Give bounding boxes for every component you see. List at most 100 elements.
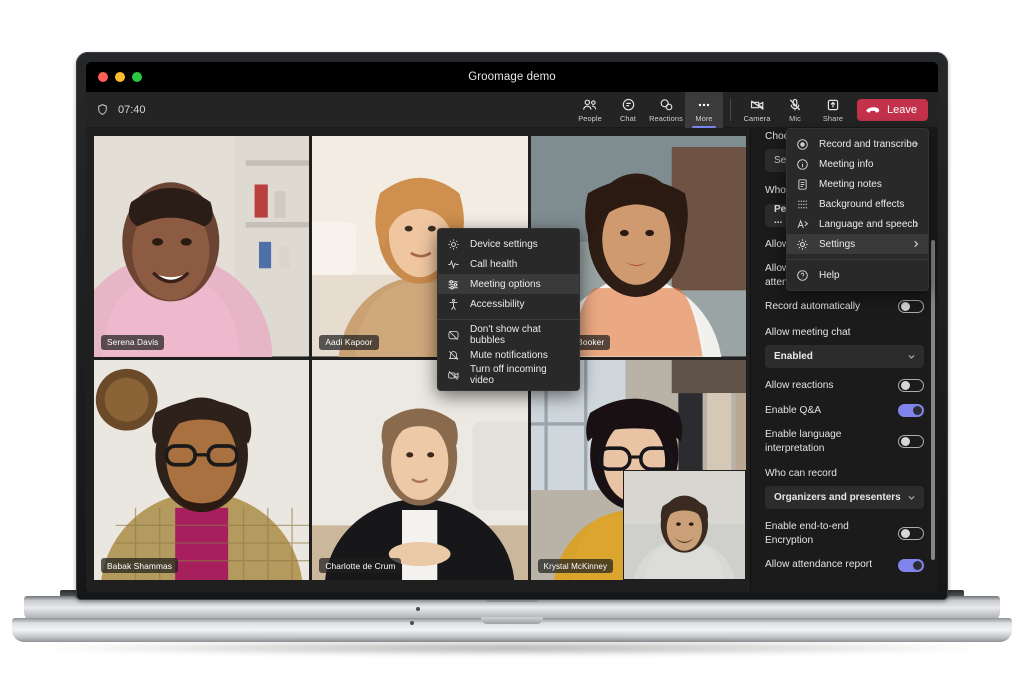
laptop-deck-lower (12, 618, 1012, 642)
who-can-record-value: Organizers and presenters (774, 492, 901, 503)
video-tile[interactable]: Krystal McKinney (531, 360, 746, 581)
menu-label: Background effects (819, 199, 904, 210)
panel-scrollbar[interactable] (931, 240, 935, 560)
participant-video (94, 360, 309, 581)
chat-label: Chat (620, 114, 636, 123)
enable-qa-toggle[interactable] (898, 404, 924, 417)
participant-name: Aadi Kapoor (319, 335, 378, 350)
maximize-button[interactable] (132, 72, 142, 82)
allow-reactions-toggle[interactable] (898, 379, 924, 392)
self-video-pip[interactable] (623, 470, 746, 580)
window-controls[interactable] (98, 72, 142, 82)
e2e-encryption-toggle[interactable] (898, 527, 924, 540)
menu-label: Help (819, 270, 840, 281)
menu-item-chat-bubbles[interactable]: Don't show chat bubbles (438, 325, 579, 345)
menu-separator (787, 259, 928, 260)
meeting-toolbar: 07:40 People Chat (86, 92, 938, 128)
more-menu: Record and transcribe Meeting info Me (786, 128, 929, 291)
video-tile[interactable]: Charlotte de Crum (312, 360, 527, 581)
enable-language-label: Enable language interpretation (765, 428, 890, 455)
chat-icon (621, 98, 636, 112)
menu-item-turn-off-incoming-video[interactable]: Turn off incoming video (438, 365, 579, 385)
allow-chat-value: Enabled (774, 351, 813, 362)
chevron-down-icon (907, 352, 916, 361)
allow-reactions-row: Allow reactions (765, 379, 924, 392)
enable-language-toggle[interactable] (898, 435, 924, 448)
menu-item-mute-notifications[interactable]: Mute notifications (438, 345, 579, 365)
chevron-right-icon (912, 240, 920, 248)
share-icon (826, 98, 840, 112)
menu-label: Mute notifications (470, 350, 548, 361)
menu-label: Accessibility (470, 299, 524, 310)
video-tile[interactable]: Babak Shammas (94, 360, 309, 581)
enable-qa-row: Enable Q&A (765, 404, 924, 417)
sliders-icon (447, 278, 460, 291)
participant-name: Charlotte de Crum (319, 558, 401, 573)
participant-name: Krystal McKinney (538, 559, 613, 573)
allow-chat-select[interactable]: Enabled (765, 345, 924, 368)
record-automatically-toggle[interactable] (898, 300, 924, 313)
menu-item-meeting-notes[interactable]: Meeting notes (787, 174, 928, 194)
settings-submenu: Device settings Call health (437, 228, 580, 391)
menu-item-record-and-transcribe[interactable]: Record and transcribe (787, 134, 928, 154)
e2e-encryption-label: Enable end-to-end Encryption (765, 520, 890, 547)
background-icon (796, 198, 809, 211)
more-button[interactable]: More (685, 92, 723, 128)
mic-off-icon (788, 98, 802, 112)
participant-name: Babak Shammas (101, 558, 178, 573)
menu-label: Turn off incoming video (470, 364, 570, 386)
menu-label: Device settings (470, 239, 538, 250)
mic-label: Mic (789, 114, 801, 123)
participant-name: Serena Davis (101, 335, 164, 350)
laptop-lid: Groomage demo 07:40 People (76, 52, 948, 600)
menu-item-meeting-options[interactable]: Meeting options (438, 274, 579, 294)
shield-icon (96, 102, 109, 117)
window-title: Groomage demo (468, 71, 556, 83)
menu-item-background-effects[interactable]: Background effects (787, 194, 928, 214)
pip-video (624, 471, 745, 579)
menu-separator (438, 319, 579, 320)
more-icon (696, 98, 712, 112)
video-stage: Serena Davis (86, 128, 750, 592)
who-can-record-select[interactable]: Organizers and presenters (765, 486, 924, 509)
attendance-report-toggle[interactable] (898, 559, 924, 572)
menu-item-call-health[interactable]: Call health (438, 254, 579, 274)
minimize-button[interactable] (115, 72, 125, 82)
share-button[interactable]: Share (814, 92, 852, 128)
menu-item-language-and-speech[interactable]: Language and speech (787, 214, 928, 234)
allow-reactions-label: Allow reactions (765, 379, 834, 392)
chevron-down-icon (907, 493, 916, 502)
pulse-icon (447, 258, 460, 271)
hangup-icon (866, 106, 881, 115)
chat-button[interactable]: Chat (609, 92, 647, 128)
allow-chat-label: Allow meeting chat (765, 326, 924, 339)
menu-item-help[interactable]: Help (787, 265, 928, 285)
camera-button[interactable]: Camera (738, 92, 776, 128)
share-label: Share (823, 114, 843, 123)
menu-item-accessibility[interactable]: Accessibility (438, 294, 579, 314)
camera-off-icon (749, 98, 766, 112)
chevron-right-icon (912, 220, 920, 228)
video-grid: Serena Davis (94, 136, 746, 580)
mic-button[interactable]: Mic (776, 92, 814, 128)
menu-item-device-settings[interactable]: Device settings (438, 234, 579, 254)
meeting-main: Serena Davis (86, 128, 938, 592)
gear-icon (447, 238, 460, 251)
people-button[interactable]: People (571, 92, 609, 128)
info-icon (796, 158, 809, 171)
close-button[interactable] (98, 72, 108, 82)
video-tile[interactable]: Serena Davis (94, 136, 309, 357)
attendance-report-row: Allow attendance report (765, 558, 924, 571)
reactions-button[interactable]: Reactions (647, 92, 685, 128)
who-can-record-label: Who can record (765, 467, 924, 480)
video-off-icon (447, 369, 460, 382)
menu-label: Call health (470, 259, 517, 270)
menu-item-meeting-info[interactable]: Meeting info (787, 154, 928, 174)
toolbar-divider (730, 99, 731, 121)
notification-off-icon (447, 349, 460, 362)
leave-button[interactable]: Leave (857, 99, 928, 121)
menu-item-settings[interactable]: Settings (787, 234, 928, 254)
deck-screw (410, 621, 414, 625)
participant-video (94, 136, 309, 357)
toolbar-actions: People Chat Reactions (571, 92, 928, 128)
